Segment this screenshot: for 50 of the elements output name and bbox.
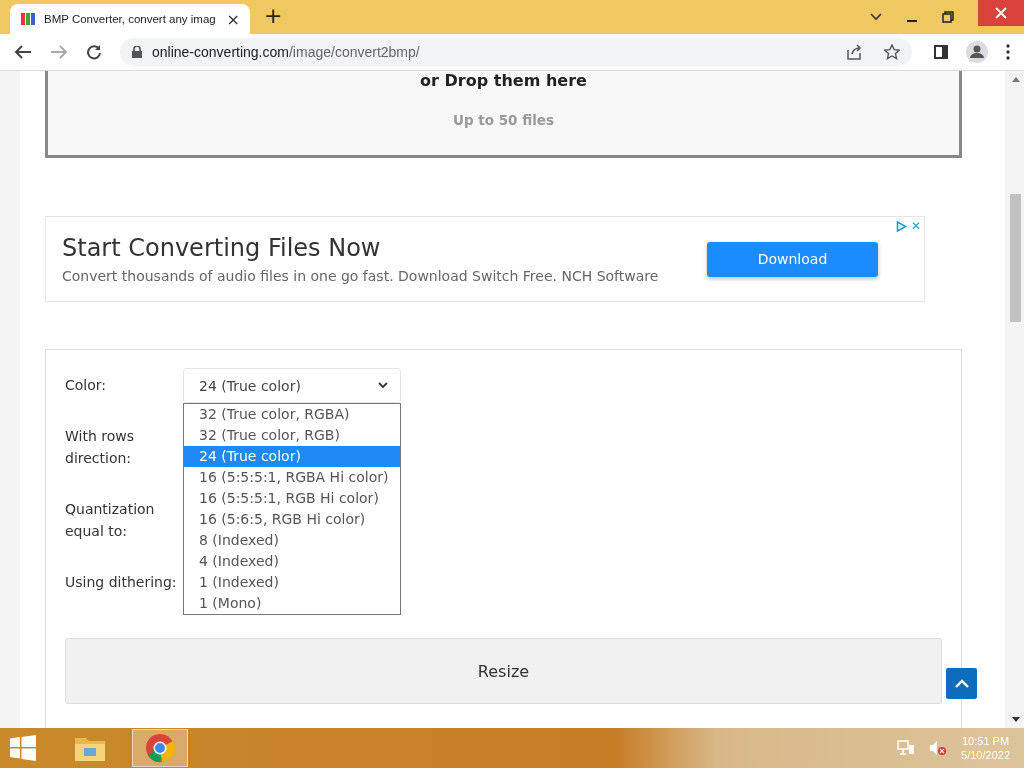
close-window-button[interactable] <box>978 0 1024 26</box>
dropdown-option[interactable]: 32 (True color, RGBA) <box>184 404 400 425</box>
option-label: With rows direction: <box>65 427 135 468</box>
back-icon[interactable] <box>14 44 32 60</box>
profile-icon[interactable] <box>966 41 988 63</box>
menu-icon[interactable] <box>1006 44 1010 60</box>
chevron-down-icon[interactable] <box>870 13 882 21</box>
scroll-up-icon[interactable] <box>1011 77 1020 82</box>
dropdown-option[interactable]: 16 (5:5:5:1, RGB Hi color) <box>184 488 400 509</box>
chrome-taskbar-button[interactable] <box>132 729 188 767</box>
star-icon[interactable] <box>884 44 900 60</box>
dropdown-option[interactable]: 32 (True color, RGB) <box>184 425 400 446</box>
side-panel-icon[interactable] <box>934 45 948 59</box>
scrollbar-thumb[interactable] <box>1010 194 1021 322</box>
dropdown-option[interactable]: 1 (Indexed) <box>184 572 400 593</box>
address-bar[interactable]: online-converting.com/image/convert2bmp/ <box>120 38 912 66</box>
dropdown-option[interactable]: 16 (5:5:5:1, RGBA Hi color) <box>184 467 400 488</box>
ad-text: Convert thousands of audio files in one go fast. Download Switch Free. NCH Software <box>62 268 660 284</box>
back-to-top-button[interactable] <box>946 668 977 699</box>
muted-speaker-icon[interactable] <box>929 740 948 756</box>
reload-icon[interactable] <box>86 44 102 60</box>
color-select[interactable]: 24 (True color) <box>183 368 401 403</box>
ad-title: Start Converting Files Now <box>62 234 382 262</box>
new-tab-button[interactable]: + <box>264 2 283 28</box>
url-text: online-converting.com/image/convert2bmp/ <box>152 44 420 60</box>
browser-tab[interactable]: BMP Converter, convert any imag × <box>10 4 250 34</box>
drop-zone[interactable]: or Drop them here Up to 50 files <box>45 71 962 158</box>
option-label: Using dithering: <box>65 573 178 592</box>
dropdown-option[interactable]: 1 (Mono) <box>184 593 400 614</box>
option-label: Quantization equal to: <box>65 500 156 541</box>
close-icon <box>995 7 1007 19</box>
drop-note: Up to 50 files <box>452 112 555 128</box>
dropdown-option[interactable]: 8 (Indexed) <box>184 530 400 551</box>
drop-title: or Drop them here <box>420 71 587 90</box>
chevron-up-icon <box>954 679 969 688</box>
share-icon[interactable] <box>846 44 862 60</box>
option-label: Color: <box>65 376 108 395</box>
play-icon[interactable] <box>895 220 907 232</box>
dropdown-option[interactable]: 16 (5:6:5, RGB Hi color) <box>184 509 400 530</box>
resize-button[interactable]: Resize <box>65 638 942 704</box>
scroll-down-icon[interactable] <box>1011 717 1020 722</box>
dropdown-option[interactable]: 24 (True color) <box>184 446 400 467</box>
windows-start-icon[interactable] <box>10 735 36 761</box>
logo-icon <box>20 11 36 27</box>
dropdown-option[interactable]: 4 (Indexed) <box>184 551 400 572</box>
restore-icon[interactable] <box>942 11 954 23</box>
lock-icon <box>132 46 142 58</box>
tab-title: BMP Converter, convert any imag <box>44 13 217 25</box>
tab-close-button[interactable]: × <box>226 9 240 29</box>
caret-icon <box>378 382 388 389</box>
